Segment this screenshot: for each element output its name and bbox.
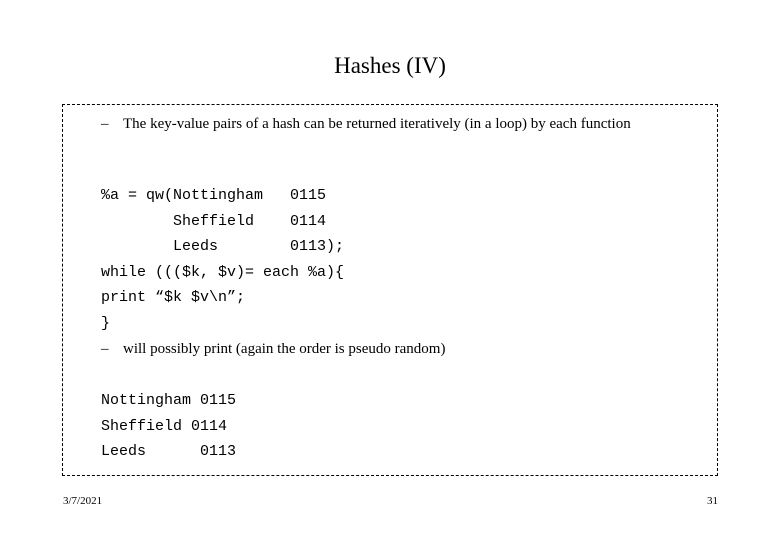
bullet-text: The key-value pairs of a hash can be ret… <box>123 116 631 132</box>
footer-date: 3/7/2021 <box>63 495 103 507</box>
code-block-output: Nottingham 0115 Sheffield 0114 Leeds 011… <box>101 392 237 460</box>
code-block-input: %a = qw(Nottingham 0115 Sheffield 0114 L… <box>101 187 345 332</box>
bullet-marker-icon: – <box>101 341 109 357</box>
page-title: Hashes (IV) <box>334 53 446 78</box>
content-box: – The key-value pairs of a hash can be r… <box>62 104 718 476</box>
footer-page-number: 31 <box>707 495 718 507</box>
bullet-item-1: – The key-value pairs of a hash can be r… <box>101 114 701 135</box>
bullet-item-2: – will possibly print (again the order i… <box>101 339 701 360</box>
bullet-marker-icon: – <box>101 116 109 132</box>
slide: Hashes (IV) – The key-value pairs of a h… <box>0 0 780 540</box>
bullet-text: will possibly print (again the order is … <box>123 341 446 357</box>
